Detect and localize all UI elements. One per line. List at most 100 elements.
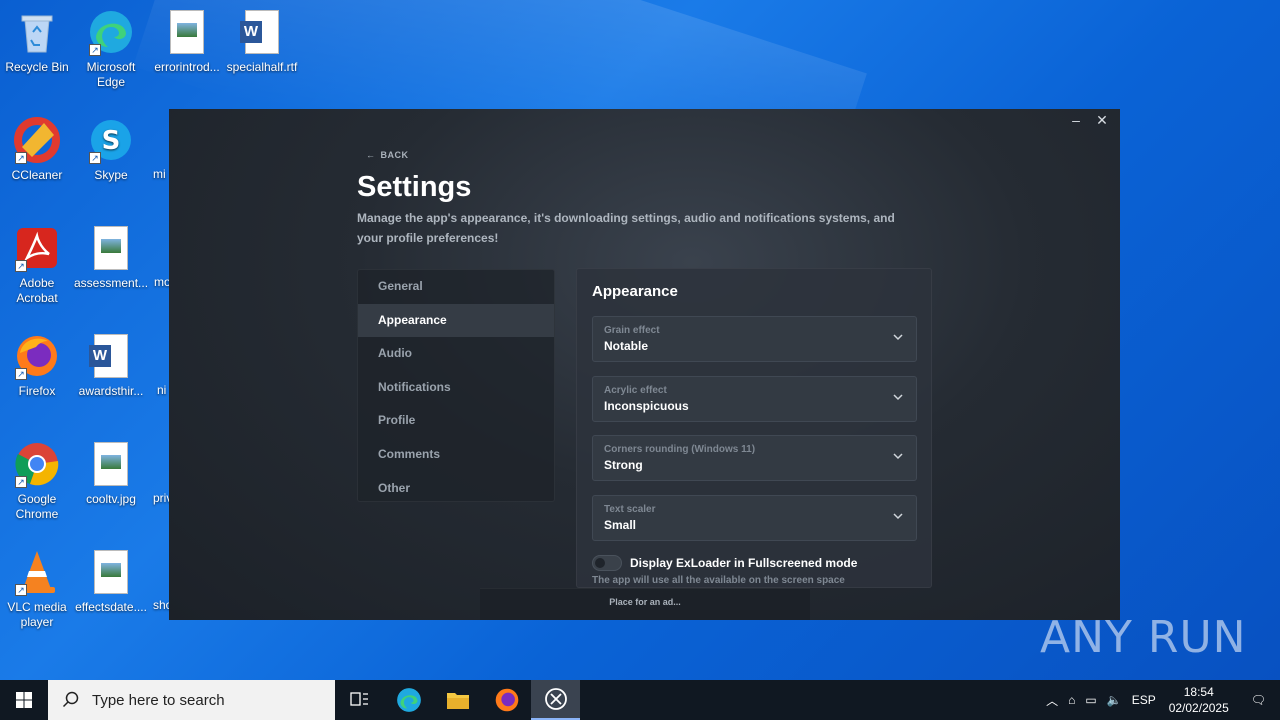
exloader-window: – ✕ ← BACK Settings Manage the app's app… — [169, 109, 1120, 620]
desktop-icon-label: Microsoft Edge — [86, 60, 136, 89]
close-button[interactable]: ✕ — [1092, 111, 1112, 129]
text-scaler-select[interactable]: Text scaler Small — [592, 495, 917, 541]
nav-item-profile[interactable]: Profile — [358, 404, 554, 438]
arrow-left-icon: ← — [366, 150, 376, 160]
anyrun-watermark: ANY RUN — [1040, 612, 1247, 663]
desktop-icon-acrobat[interactable]: ↗ Adobe Acrobat — [0, 224, 74, 306]
ccleaner-icon: ↗ — [13, 116, 61, 164]
desktop-icon-specialhalf[interactable]: W specialhalf.rtf — [225, 8, 299, 75]
desktop-icon-cooltv[interactable]: cooltv.jpg — [74, 440, 148, 507]
desktop-icon-label: VLC media player — [7, 600, 67, 629]
desktop-icon-label: Adobe Acrobat — [16, 276, 58, 305]
taskbar-exloader[interactable] — [531, 680, 580, 720]
toggle-label: Display ExLoader in Fullscreened mode — [630, 556, 858, 570]
clock-date: 02/02/2025 — [1168, 701, 1229, 715]
select-label: Corners rounding (Windows 11) — [604, 444, 756, 455]
chrome-icon: ↗ — [13, 440, 61, 488]
chevron-down-icon — [893, 513, 903, 520]
chevron-down-icon — [893, 334, 903, 341]
firefox-icon: ↗ — [13, 332, 61, 380]
task-view-button[interactable] — [335, 680, 384, 720]
desktop-icon-label: Google Chrome — [15, 492, 59, 521]
desktop-icon-effectsdate[interactable]: effectsdate.... — [74, 548, 148, 615]
exloader-icon — [544, 688, 567, 710]
desktop-icon-label: awardsthir... — [78, 384, 144, 398]
desktop-icon-label: effectsdate.... — [75, 600, 147, 614]
taskbar-search[interactable]: Type here to search — [48, 680, 335, 720]
chevron-up-icon[interactable]: ︿ — [1041, 692, 1063, 709]
clock[interactable]: 18:54 02/02/2025 — [1161, 684, 1237, 716]
volume-icon[interactable]: 🔈 — [1102, 693, 1127, 707]
desktop-icon-vlc[interactable]: ↗ VLC media player — [0, 548, 74, 630]
network-icon[interactable]: ▭ — [1080, 693, 1101, 707]
desktop-icon-assessment[interactable]: assessment... — [74, 224, 148, 291]
desktop-icon-edge[interactable]: ↗ Microsoft Edge — [74, 8, 148, 90]
select-label: Text scaler — [604, 504, 656, 515]
toggle-description: The app will use all the available on th… — [592, 575, 845, 586]
appearance-panel: Appearance Grain effect Notable Acrylic … — [576, 268, 932, 588]
window-controls: – ✕ — [1066, 111, 1112, 129]
desktop-icon-label: Firefox — [18, 384, 56, 398]
edge-icon — [396, 688, 421, 712]
start-button[interactable] — [0, 680, 48, 720]
taskbar-firefox[interactable] — [482, 680, 531, 720]
desktop-icon-label: Recycle Bin — [5, 60, 69, 74]
shortcut-arrow-icon: ↗ — [15, 476, 27, 488]
acrylic-effect-select[interactable]: Acrylic effect Inconspicuous — [592, 376, 917, 422]
edge-icon: ↗ — [87, 8, 135, 56]
shortcut-arrow-icon: ↗ — [89, 152, 101, 164]
nav-item-audio[interactable]: Audio — [358, 337, 554, 371]
skype-icon: S ↗ — [87, 116, 135, 164]
shortcut-arrow-icon: ↗ — [15, 152, 27, 164]
desktop-icon-ccleaner[interactable]: ↗ CCleaner — [0, 116, 74, 183]
search-placeholder: Type here to search — [92, 691, 225, 709]
page-description: Manage the app's appearance, it's downlo… — [357, 211, 895, 245]
shortcut-arrow-icon: ↗ — [15, 260, 27, 272]
minimize-button[interactable]: – — [1066, 111, 1086, 129]
desktop-icon-recycle-bin[interactable]: Recycle Bin — [0, 8, 74, 75]
select-value: Inconspicuous — [604, 399, 689, 413]
desktop-icon-chrome[interactable]: ↗ Google Chrome — [0, 440, 74, 522]
ad-placeholder: Place for an ad... — [480, 588, 810, 620]
language-indicator[interactable]: ESP — [1127, 693, 1161, 707]
desktop-icon-label: cooltv.jpg — [86, 492, 136, 506]
desktop-icon-skype[interactable]: S ↗ Skype — [74, 116, 148, 183]
desktop-icon-label: errorintrod... — [154, 60, 220, 74]
back-button[interactable]: ← BACK — [366, 150, 409, 160]
search-icon — [62, 691, 79, 708]
nav-item-comments[interactable]: Comments — [358, 438, 554, 472]
partial-desktop-label: ni — [157, 383, 167, 397]
word-file-icon: W — [87, 332, 135, 380]
desktop-icon-label: CCleaner — [11, 168, 63, 182]
watermark-text: ANY RUN — [1040, 612, 1247, 663]
shortcut-arrow-icon: ↗ — [15, 368, 27, 380]
meet-now-icon[interactable]: ⌂ — [1063, 693, 1080, 707]
select-label: Grain effect — [604, 325, 660, 336]
fullscreen-toggle-row: Display ExLoader in Fullscreened mode — [592, 555, 857, 571]
back-label: BACK — [380, 150, 409, 160]
desktop-icon-label: specialhalf.rtf — [226, 60, 298, 74]
grain-effect-select[interactable]: Grain effect Notable — [592, 316, 917, 362]
taskbar-edge[interactable] — [384, 680, 433, 720]
taskbar-file-explorer[interactable] — [433, 680, 482, 720]
select-label: Acrylic effect — [604, 385, 667, 396]
select-value: Small — [604, 518, 637, 532]
nav-item-notifications[interactable]: Notifications — [358, 371, 554, 405]
nav-item-appearance[interactable]: Appearance — [358, 303, 554, 338]
desktop-icon-firefox[interactable]: ↗ Firefox — [0, 332, 74, 399]
corners-rounding-select[interactable]: Corners rounding (Windows 11) Strong — [592, 435, 917, 481]
firefox-icon — [495, 688, 518, 712]
notifications-icon[interactable]: 🗨 — [1237, 693, 1280, 707]
windows-icon — [16, 692, 32, 708]
desktop-icon-label: Skype — [94, 168, 128, 182]
image-file-icon — [87, 440, 135, 488]
fullscreen-toggle[interactable] — [592, 555, 622, 571]
recycle-bin-icon — [13, 8, 61, 56]
settings-nav: General Appearance Audio Notifications P… — [357, 269, 555, 502]
nav-item-other[interactable]: Other — [358, 472, 554, 506]
image-file-icon — [163, 8, 211, 56]
desktop-icon-errorintrod[interactable]: errorintrod... — [150, 8, 224, 75]
desktop-icon-awardsthir[interactable]: W awardsthir... — [74, 332, 148, 399]
word-file-icon: W — [238, 8, 286, 56]
nav-item-general[interactable]: General — [358, 270, 554, 304]
